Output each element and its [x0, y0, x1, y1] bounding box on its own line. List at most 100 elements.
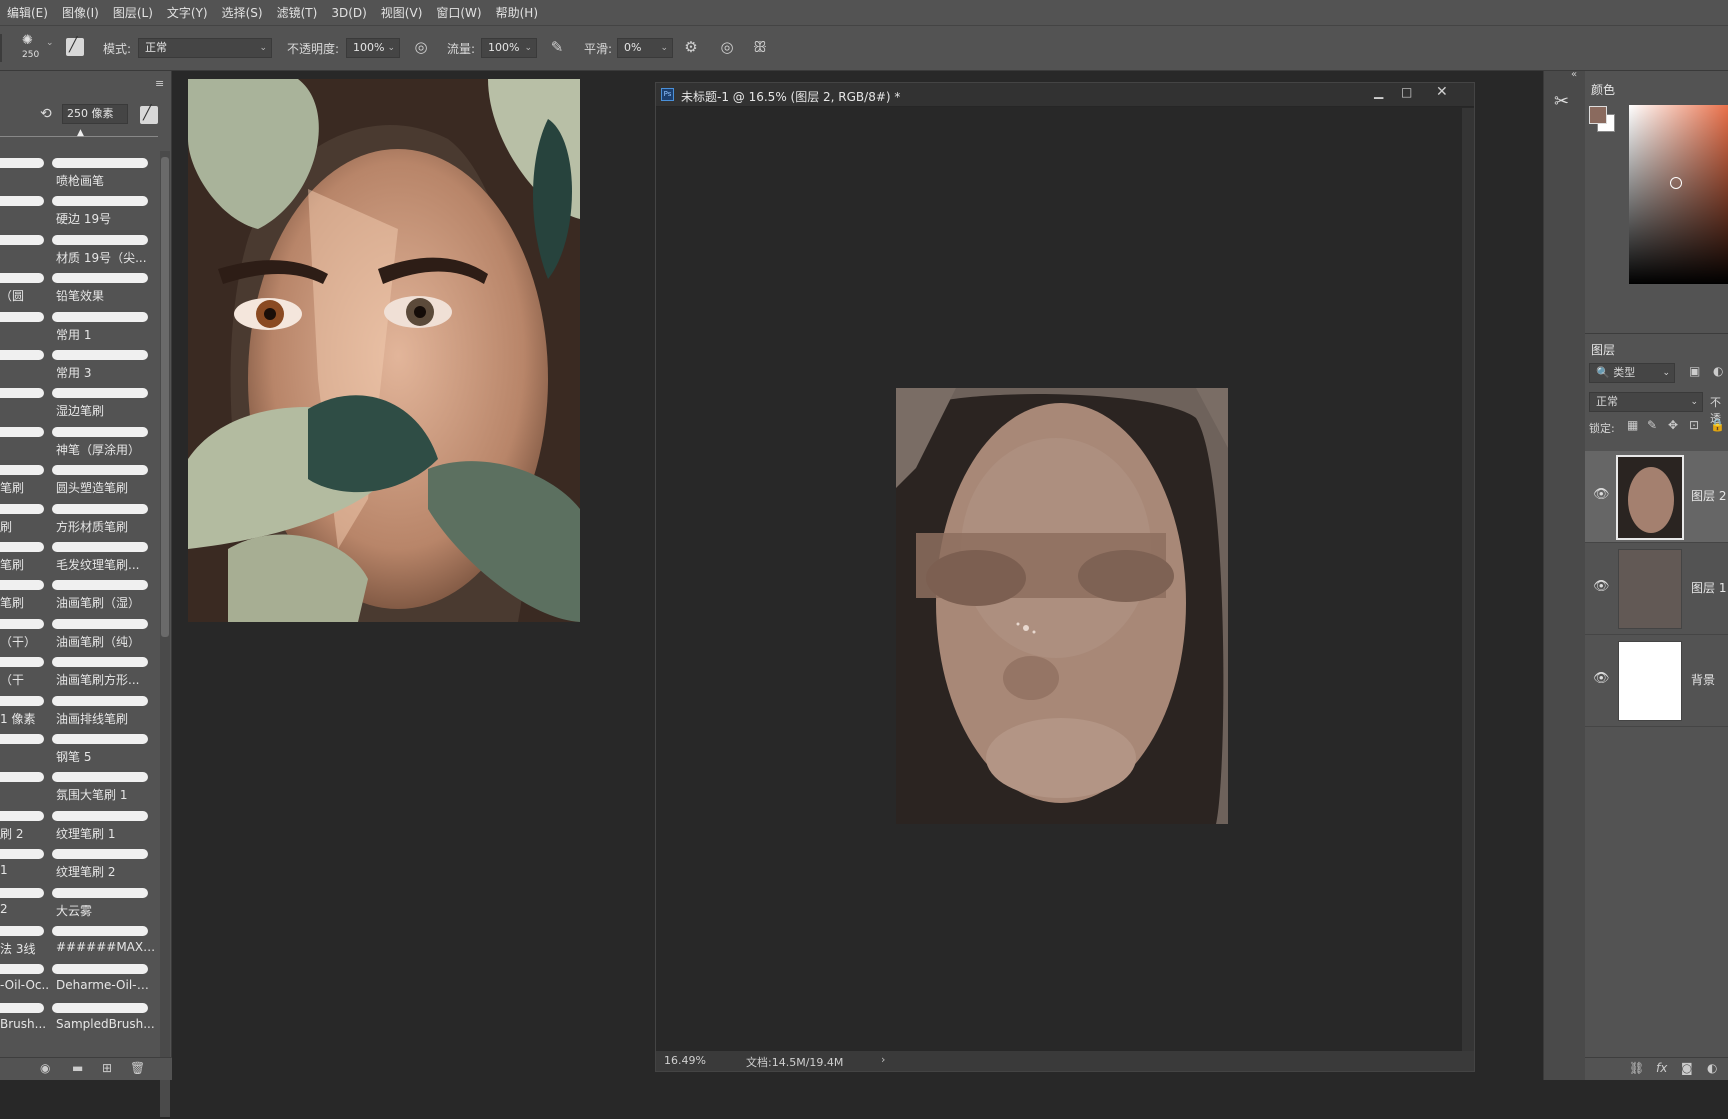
opacity-input[interactable]: 100% ⌄	[346, 38, 400, 58]
brush-name[interactable]: 笔刷	[0, 594, 48, 611]
size-slider-handle[interactable]: ▲	[77, 128, 84, 138]
layer-name[interactable]: 背景	[1691, 671, 1715, 688]
collapse-icon[interactable]: «	[1571, 69, 1577, 80]
pressure-size-icon[interactable]: ◎	[716, 37, 738, 57]
brush-name[interactable]: 油画排线笔刷	[56, 710, 156, 727]
link-icon[interactable]: ⛓	[1629, 1061, 1644, 1075]
brush-name[interactable]: （干	[0, 671, 48, 688]
brush-name[interactable]: 方形材质笔刷	[56, 518, 156, 535]
lock-artboard-icon[interactable]: ⊡	[1689, 418, 1699, 432]
brush-name[interactable]: 纹理笔刷 1	[56, 825, 156, 842]
menu-window[interactable]: 窗口(W)	[429, 4, 488, 21]
brush-name[interactable]: 喷枪画笔	[56, 172, 156, 189]
brush-name[interactable]: 圆头塑造笔刷	[56, 479, 156, 496]
layer-name[interactable]: 图层 1	[1691, 579, 1726, 596]
brush-preset-row[interactable]: 法 3线 ######MAXH...	[0, 922, 160, 957]
brush-name[interactable]: -Oil-Oc...	[0, 978, 48, 992]
brush-name[interactable]: 材质 19号（尖...	[56, 249, 156, 266]
brush-name[interactable]: 笔刷	[0, 479, 48, 496]
brush-preset-row[interactable]: （干 油画笔刷方形...	[0, 653, 160, 688]
scrollbar-thumb[interactable]	[161, 157, 169, 637]
brush-preset-row[interactable]: 湿边笔刷	[0, 384, 160, 419]
layer-row[interactable]: 👁 图层 2	[1585, 451, 1728, 543]
brush-preset-row[interactable]: -Oil-Oc... Deharme-Oil-Oc...	[0, 960, 160, 995]
pressure-opacity-icon[interactable]: ◎	[410, 37, 432, 57]
foreground-color-swatch[interactable]	[1589, 106, 1607, 124]
painting-canvas[interactable]	[896, 388, 1228, 824]
brush-name[interactable]: 油画笔刷方形...	[56, 671, 156, 688]
brush-preset-row[interactable]: 2 大云雾	[0, 884, 160, 919]
brush-name[interactable]: 氛围大笔刷 1	[56, 786, 156, 803]
brush-preset-row[interactable]: 笔刷 圆头塑造笔刷	[0, 461, 160, 496]
brush-preset-row[interactable]: 笔刷 油画笔刷（湿）	[0, 576, 160, 611]
brush-name[interactable]: ######MAXH...	[56, 940, 156, 954]
brush-name[interactable]: 铅笔效果	[56, 287, 156, 304]
brush-name[interactable]: 刷	[0, 518, 48, 535]
brush-name[interactable]: 湿边笔刷	[56, 402, 156, 419]
chevron-right-icon[interactable]: ›	[881, 1053, 885, 1066]
brush-preset-row[interactable]: 刷方形材质笔刷	[0, 500, 160, 535]
blend-mode-select[interactable]: 正常 ⌄	[1589, 392, 1703, 412]
brush-tools-icon[interactable]: ✂	[1554, 91, 1569, 112]
layer-name[interactable]: 图层 2	[1691, 487, 1726, 504]
brush-name[interactable]: 纹理笔刷 2	[56, 863, 156, 880]
smoothing-input[interactable]: 0% ⌄	[617, 38, 673, 58]
brush-name[interactable]: 钢笔 5	[56, 748, 156, 765]
brush-preset-row[interactable]: 常用 3	[0, 346, 160, 381]
color-panel-title[interactable]: 颜色	[1591, 81, 1615, 98]
lock-brush-icon[interactable]: ✎	[1647, 418, 1657, 432]
brush-preset-row[interactable]: 笔刷 毛发纹理笔刷...	[0, 538, 160, 573]
brush-preset-row[interactable]: 1 像素 油画排线笔刷	[0, 692, 160, 727]
menu-help[interactable]: 帮助(H)	[489, 4, 545, 21]
brush-preset-row[interactable]: Brush... SampledBrush...	[0, 999, 160, 1034]
zoom-level[interactable]: 16.49%	[664, 1054, 706, 1067]
brush-name[interactable]: Deharme-Oil-Oc...	[56, 978, 156, 992]
brush-preset-row[interactable]: 硬边 19号	[0, 192, 160, 227]
symmetry-butterfly-icon[interactable]: ꕥ	[749, 37, 771, 57]
maximize-icon[interactable]: □	[1401, 85, 1412, 99]
brush-size-input[interactable]: 250 像素	[62, 104, 128, 124]
reset-size-icon[interactable]: ⟲	[40, 106, 52, 122]
brush-name[interactable]: 常用 1	[56, 326, 156, 343]
eye-icon[interactable]: 👁	[1593, 671, 1610, 686]
vertical-scrollbar[interactable]	[1462, 108, 1474, 1052]
brush-preset-row[interactable]: 材质 19号（尖...	[0, 231, 160, 266]
layer-row[interactable]: 👁 图层 1	[1585, 543, 1728, 635]
color-picker-field[interactable]	[1629, 105, 1728, 284]
eye-icon[interactable]: 👁	[1593, 579, 1610, 594]
folder-icon[interactable]: ▬	[72, 1061, 83, 1075]
menu-filter[interactable]: 滤镜(T)	[270, 4, 325, 21]
brush-name[interactable]: Brush...	[0, 1017, 48, 1031]
lock-all-icon[interactable]: 🔒	[1710, 418, 1725, 432]
airbrush-icon[interactable]: ✎	[546, 37, 568, 57]
brush-preset-row[interactable]: 钢笔 5	[0, 730, 160, 765]
brush-name[interactable]: 毛发纹理笔刷...	[56, 556, 156, 573]
mask-icon[interactable]: ◙	[1681, 1061, 1693, 1075]
menu-image[interactable]: 图像(I)	[55, 4, 106, 21]
trash-icon[interactable]: 🗑	[130, 1061, 145, 1075]
scrollbar[interactable]	[160, 151, 170, 1117]
brush-preset-row[interactable]: 喷枪画笔	[0, 154, 160, 189]
brush-name[interactable]: （圆	[0, 287, 48, 304]
menu-view[interactable]: 视图(V)	[374, 4, 430, 21]
flow-input[interactable]: 100% ⌄	[481, 38, 537, 58]
image-filter-icon[interactable]: ▣	[1689, 364, 1700, 378]
fx-icon[interactable]: fx	[1656, 1061, 1667, 1075]
brush-name[interactable]: 硬边 19号	[56, 210, 156, 227]
brush-preset-row[interactable]: （干） 油画笔刷（纯）	[0, 615, 160, 650]
brush-preset-row[interactable]: 1 纹理笔刷 2	[0, 845, 160, 880]
canvas-area[interactable]	[659, 108, 1462, 1052]
brush-name[interactable]: （干）	[0, 633, 48, 650]
brush-name[interactable]: 常用 3	[56, 364, 156, 381]
brush-preset-row[interactable]: 刷 2 纹理笔刷 1	[0, 807, 160, 842]
minimize-icon[interactable]: ▁	[1374, 85, 1383, 99]
color-picker-cursor[interactable]	[1670, 177, 1682, 189]
menu-layer[interactable]: 图层(L)	[106, 4, 160, 21]
menu-3d[interactable]: 3D(D)	[324, 6, 373, 20]
brush-name[interactable]: SampledBrush...	[56, 1017, 156, 1031]
brush-name[interactable]: 2	[0, 902, 48, 916]
layer-row[interactable]: 👁 背景	[1585, 635, 1728, 727]
brush-preset-picker[interactable]: ✺ 250 ⌄	[14, 32, 60, 64]
brush-name[interactable]: 1 像素	[0, 710, 48, 727]
brush-name[interactable]: 油画笔刷（湿）	[56, 594, 156, 611]
